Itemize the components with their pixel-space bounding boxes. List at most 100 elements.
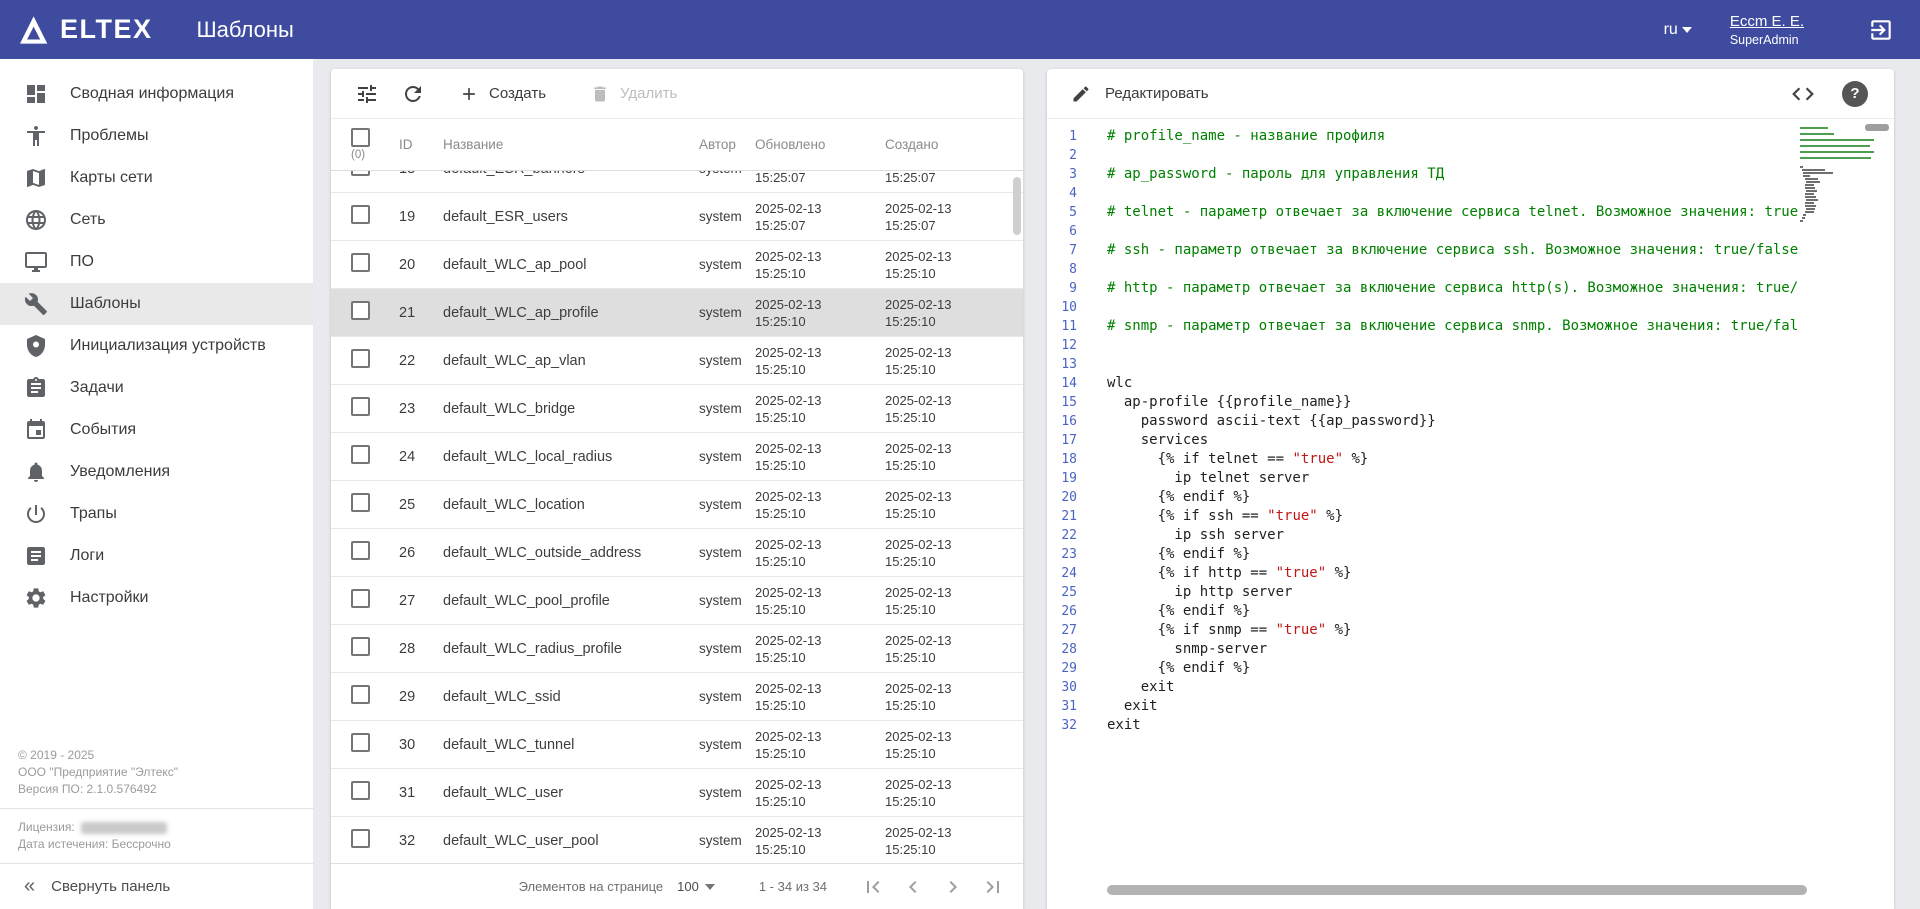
select-all-checkbox[interactable] <box>351 128 370 147</box>
edit-button[interactable]: Редактировать <box>1071 84 1209 104</box>
table-row[interactable]: 31default_WLC_usersystem2025-02-1315:25:… <box>331 769 1023 817</box>
collapse-panel-button[interactable]: « Свернуть панель <box>0 863 313 909</box>
row-checkbox[interactable] <box>351 541 370 560</box>
row-updated: 2025-02-1315:25:10 <box>755 776 885 810</box>
table-row[interactable]: 29default_WLC_ssidsystem2025-02-1315:25:… <box>331 673 1023 721</box>
row-name: default_WLC_tunnel <box>443 737 699 753</box>
table-row[interactable]: 27default_WLC_pool_profilesystem2025-02-… <box>331 577 1023 625</box>
per-page-select[interactable]: 100 <box>677 879 715 894</box>
row-checkbox[interactable] <box>351 589 370 608</box>
table-row[interactable]: 18default_ESR_bannerssystem2025-02-1315:… <box>331 171 1023 193</box>
row-author: system <box>699 497 755 512</box>
line-number: 2 <box>1047 146 1093 165</box>
prev-page-button[interactable] <box>901 875 925 899</box>
row-updated: 2025-02-1315:25:10 <box>755 344 885 378</box>
sidebar-item-label: Трапы <box>70 505 117 523</box>
table-row[interactable]: 24default_WLC_local_radiussystem2025-02-… <box>331 433 1023 481</box>
row-checkbox[interactable] <box>351 349 370 368</box>
sidebar-item-map[interactable]: Карты сети <box>0 157 313 199</box>
table-row[interactable]: 19default_ESR_userssystem2025-02-1315:25… <box>331 193 1023 241</box>
code-line: 24 {% if http == "true" %} <box>1047 564 1798 583</box>
line-number: 5 <box>1047 203 1093 222</box>
table-row[interactable]: 23default_WLC_bridgesystem2025-02-1315:2… <box>331 385 1023 433</box>
next-page-button[interactable] <box>941 875 965 899</box>
sidebar-item-device-init[interactable]: Инициализация устройств <box>0 325 313 367</box>
row-author: system <box>699 449 755 464</box>
column-header-updated[interactable]: Обновлено <box>755 137 885 152</box>
row-checkbox[interactable] <box>351 205 370 224</box>
sidebar-item-events[interactable]: События <box>0 409 313 451</box>
minimap[interactable] <box>1800 127 1876 223</box>
logout-icon <box>1868 17 1894 43</box>
last-page-button[interactable] <box>981 875 1005 899</box>
sidebar-item-notifications[interactable]: Уведомления <box>0 451 313 493</box>
row-checkbox[interactable] <box>351 733 370 752</box>
row-checkbox[interactable] <box>351 301 370 320</box>
sidebar-item-settings[interactable]: Настройки <box>0 577 313 619</box>
logo-text: ELTEX <box>60 14 153 45</box>
row-checkbox[interactable] <box>351 253 370 272</box>
row-updated: 2025-02-1315:25:10 <box>755 488 885 522</box>
row-checkbox[interactable] <box>351 685 370 704</box>
sidebar-item-templates[interactable]: Шаблоны <box>0 283 313 325</box>
create-button[interactable]: Создать <box>459 84 546 104</box>
code-line: 13 <box>1047 355 1798 374</box>
sidebar-item-traps[interactable]: Трапы <box>0 493 313 535</box>
row-updated: 2025-02-1315:25:10 <box>755 824 885 858</box>
table-row[interactable]: 32default_WLC_user_poolsystem2025-02-131… <box>331 817 1023 863</box>
logout-button[interactable] <box>1868 17 1894 43</box>
sidebar-item-software[interactable]: ПО <box>0 241 313 283</box>
language-value: ru <box>1664 21 1678 39</box>
refresh-button[interactable] <box>401 82 425 106</box>
row-checkbox[interactable] <box>351 493 370 512</box>
column-header-id[interactable]: ID <box>399 137 443 152</box>
line-number: 8 <box>1047 260 1093 279</box>
editor-vertical-scrollbar-thumb[interactable] <box>1865 124 1889 131</box>
row-created: 2025-02-1315:25:10 <box>885 392 1015 426</box>
code-editor[interactable]: 1# profile_name - название профиля23# ap… <box>1047 119 1894 909</box>
row-checkbox[interactable] <box>351 445 370 464</box>
user-name-link[interactable]: Eccm E. E. <box>1730 13 1804 30</box>
templates-table-panel: Создать Удалить (0) ID Название Автор Об… <box>331 69 1023 909</box>
column-header-created[interactable]: Создано <box>885 137 1015 152</box>
license-expiry: Дата истечения: Бессрочно <box>18 836 295 853</box>
sidebar-item-tasks[interactable]: Задачи <box>0 367 313 409</box>
first-page-button[interactable] <box>861 875 885 899</box>
table-row[interactable]: 21default_WLC_ap_profilesystem2025-02-13… <box>331 289 1023 337</box>
code-line: 28 snmp-server <box>1047 640 1798 659</box>
table-row[interactable]: 20default_WLC_ap_poolsystem2025-02-1315:… <box>331 241 1023 289</box>
sidebar-item-problems[interactable]: Проблемы <box>0 115 313 157</box>
table-scrollbar-thumb[interactable] <box>1013 177 1021 235</box>
row-name: default_WLC_local_radius <box>443 449 699 465</box>
chevron-down-icon <box>705 884 715 890</box>
line-number: 13 <box>1047 355 1093 374</box>
row-checkbox[interactable] <box>351 829 370 848</box>
row-created: 2025-02-1315:25:10 <box>885 488 1015 522</box>
column-header-name[interactable]: Название <box>443 137 699 152</box>
row-checkbox[interactable] <box>351 781 370 800</box>
help-button[interactable]: ? <box>1842 81 1868 107</box>
sidebar-item-logs[interactable]: Логи <box>0 535 313 577</box>
table-row[interactable]: 25default_WLC_locationsystem2025-02-1315… <box>331 481 1023 529</box>
line-number: 25 <box>1047 583 1093 602</box>
sidebar-item-label: События <box>70 421 136 439</box>
row-updated: 2025-02-1315:25:10 <box>755 536 885 570</box>
table-row[interactable]: 30default_WLC_tunnelsystem2025-02-1315:2… <box>331 721 1023 769</box>
row-checkbox[interactable] <box>351 397 370 416</box>
sidebar-item-dashboard[interactable]: Сводная информация <box>0 73 313 115</box>
row-checkbox[interactable] <box>351 171 370 176</box>
language-selector[interactable]: ru <box>1664 21 1692 39</box>
table-row[interactable]: 26default_WLC_outside_addresssystem2025-… <box>331 529 1023 577</box>
row-checkbox[interactable] <box>351 637 370 656</box>
row-author: system <box>699 641 755 656</box>
sidebar-item-globe[interactable]: Сеть <box>0 199 313 241</box>
code-view-button[interactable] <box>1790 81 1816 107</box>
table-row[interactable]: 28default_WLC_radius_profilesystem2025-0… <box>331 625 1023 673</box>
column-header-author[interactable]: Автор <box>699 137 755 152</box>
delete-button[interactable]: Удалить <box>590 84 677 104</box>
table-row[interactable]: 22default_WLC_ap_vlansystem2025-02-1315:… <box>331 337 1023 385</box>
events-icon <box>24 418 48 442</box>
code-line: 11# snmp - параметр отвечает за включени… <box>1047 317 1798 336</box>
filter-button[interactable] <box>355 82 379 106</box>
editor-horizontal-scrollbar[interactable] <box>1107 885 1807 895</box>
